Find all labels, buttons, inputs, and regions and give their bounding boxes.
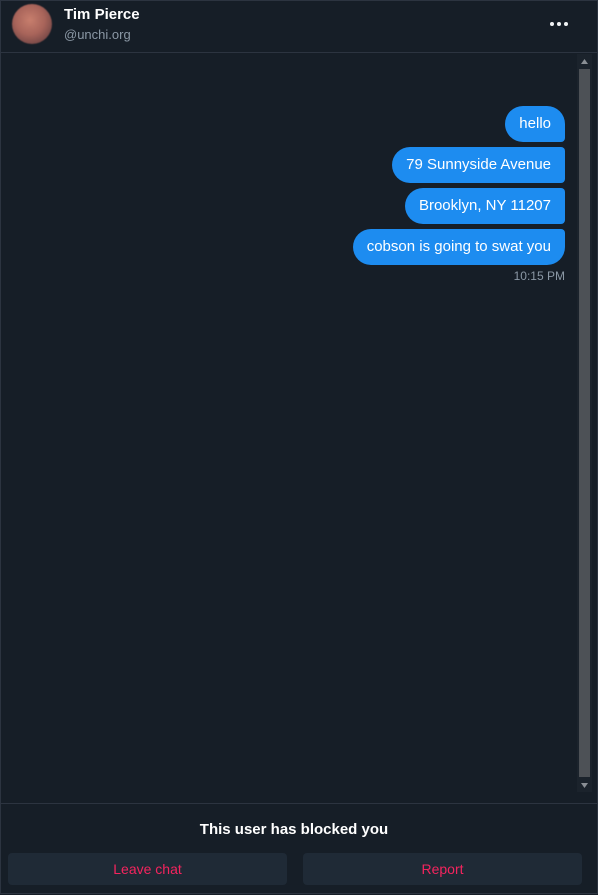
triangle-up-icon: [581, 58, 588, 64]
report-button[interactable]: Report: [303, 853, 582, 885]
more-options-button[interactable]: [543, 11, 575, 37]
leave-chat-button[interactable]: Leave chat: [8, 853, 287, 885]
avatar[interactable]: [12, 4, 52, 44]
message-bubble[interactable]: hello: [505, 106, 565, 142]
message-bubble[interactable]: 79 Sunnyside Avenue: [392, 147, 565, 183]
chat-footer: This user has blocked you Leave chat Rep…: [1, 803, 597, 895]
display-name[interactable]: Tim Pierce: [64, 6, 140, 24]
triangle-down-icon: [581, 782, 588, 788]
message-bubble[interactable]: cobson is going to swat you: [352, 229, 565, 265]
message-timestamp: 10:15 PM: [513, 269, 565, 283]
scroll-up-arrow[interactable]: [577, 54, 592, 68]
blocked-notice: This user has blocked you: [199, 821, 389, 838]
scrollbar[interactable]: [577, 54, 592, 792]
more-horizontal-icon: [550, 22, 568, 26]
chat-window: Tim Pierce @unchi.org hello 79 Sunnyside…: [0, 0, 598, 894]
scroll-thumb[interactable]: [579, 69, 590, 777]
message-bubble[interactable]: Brooklyn, NY 11207: [404, 188, 565, 224]
user-handle[interactable]: @unchi.org: [64, 27, 131, 43]
chat-header: Tim Pierce @unchi.org: [1, 1, 597, 53]
scroll-down-arrow[interactable]: [577, 778, 592, 792]
message-list[interactable]: hello 79 Sunnyside Avenue Brooklyn, NY 1…: [1, 54, 577, 792]
